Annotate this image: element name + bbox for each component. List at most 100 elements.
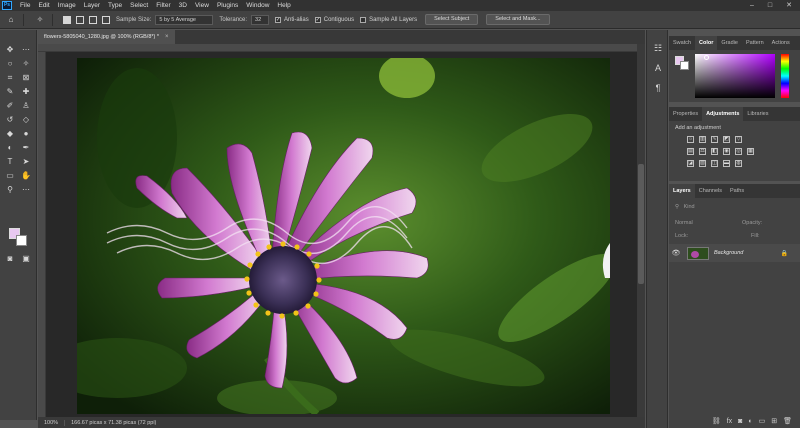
hand-tool-icon[interactable]: ✋ <box>19 171 33 181</box>
levels-icon[interactable]: ▥ <box>699 136 706 143</box>
threshold-icon[interactable]: ◫ <box>711 160 718 167</box>
quick-mask-icon[interactable]: ◙ <box>3 254 17 264</box>
close-window-button[interactable]: ✕ <box>781 0 797 11</box>
delete-layer-icon[interactable]: 🗑 <box>783 417 792 425</box>
hue-saturation-icon[interactable]: ▤ <box>687 148 694 155</box>
maximize-button[interactable]: □ <box>762 0 778 11</box>
tab-actions[interactable]: Actions <box>768 36 794 50</box>
history-panel-icon[interactable]: ☷ <box>651 42 665 54</box>
add-to-selection-icon[interactable] <box>76 15 84 24</box>
type-tool-icon[interactable]: T <box>3 157 17 167</box>
blur-tool-icon[interactable]: ● <box>19 129 33 139</box>
menu-plugins[interactable]: Plugins <box>213 0 242 11</box>
paragraph-panel-icon[interactable]: ¶ <box>651 82 665 94</box>
layer-filter-input[interactable]: Kind <box>684 204 695 210</box>
vibrance-icon[interactable]: ▽ <box>735 136 742 143</box>
dodge-tool-icon[interactable]: ◐ <box>3 143 17 153</box>
tolerance-input[interactable]: 32 <box>251 14 270 25</box>
new-adjustment-layer-icon[interactable]: ◐ <box>748 418 752 425</box>
menu-filter[interactable]: Filter <box>152 0 174 11</box>
gradient-map-icon[interactable]: ▬ <box>723 160 730 167</box>
contiguous-checkbox[interactable]: ✓ Contiguous <box>314 16 354 23</box>
hue-slider[interactable] <box>781 54 789 98</box>
tab-properties[interactable]: Properties <box>669 107 702 121</box>
new-group-icon[interactable]: ▭ <box>759 417 766 425</box>
intersect-selection-icon[interactable] <box>102 15 110 24</box>
more-tools-icon[interactable]: ⋯ <box>19 185 33 195</box>
curves-icon[interactable]: ∿ <box>711 136 718 143</box>
menu-image[interactable]: Image <box>54 0 80 11</box>
zoom-tool-icon[interactable]: ⚲ <box>3 185 17 195</box>
close-document-icon[interactable]: × <box>165 30 169 44</box>
photoshop-logo[interactable]: Ps <box>2 1 12 10</box>
tab-color[interactable]: Color <box>695 36 718 50</box>
healing-brush-tool-icon[interactable]: ✚ <box>19 87 33 97</box>
clone-stamp-tool-icon[interactable]: ♙ <box>19 101 33 111</box>
new-layer-icon[interactable]: ⊞ <box>771 417 777 425</box>
document-tab[interactable]: flowers-5805040_1280.jpg @ 100% (RGB/8*)… <box>38 30 175 44</box>
document-canvas[interactable] <box>77 58 610 414</box>
brightness-contrast-icon[interactable]: ☼ <box>687 136 694 143</box>
select-subject-button[interactable]: Select Subject <box>425 14 479 25</box>
exposure-icon[interactable]: ◩ <box>723 136 730 143</box>
menu-file[interactable]: File <box>16 0 34 11</box>
lasso-tool-icon[interactable]: ○ <box>3 59 17 69</box>
tab-channels[interactable]: Channels <box>695 184 726 198</box>
tab-patterns[interactable]: Pattern <box>742 36 768 50</box>
sample-size-select[interactable]: 5 by 5 Average <box>155 14 214 25</box>
lock-icon[interactable]: 🔒 <box>781 250 788 257</box>
tab-gradients[interactable]: Gradie <box>717 36 742 50</box>
photo-filter-icon[interactable]: ◉ <box>723 148 730 155</box>
menu-3d[interactable]: 3D <box>175 0 191 11</box>
paint-bucket-tool-icon[interactable]: ◆ <box>3 129 17 139</box>
frame-tool-icon[interactable]: ⊠ <box>19 73 33 83</box>
tab-swatches[interactable]: Swatch <box>669 36 695 50</box>
menu-view[interactable]: View <box>191 0 213 11</box>
tab-paths[interactable]: Paths <box>726 184 748 198</box>
history-brush-tool-icon[interactable]: ↺ <box>3 115 17 125</box>
color-field[interactable] <box>695 54 775 98</box>
tab-adjustments[interactable]: Adjustments <box>702 107 744 121</box>
posterize-icon[interactable]: ▨ <box>699 160 706 167</box>
channel-mixer-icon[interactable]: ◎ <box>735 148 742 155</box>
menu-edit[interactable]: Edit <box>34 0 53 11</box>
visibility-eye-icon[interactable]: 👁 <box>669 249 683 257</box>
menu-select[interactable]: Select <box>126 0 152 11</box>
menu-layer[interactable]: Layer <box>80 0 104 11</box>
minimize-button[interactable]: – <box>744 0 760 11</box>
color-background-chip[interactable] <box>680 61 689 70</box>
eyedropper-tool-icon[interactable]: ✎ <box>3 87 17 97</box>
zoom-level[interactable]: 100% <box>38 419 66 426</box>
vertical-scrollbar[interactable] <box>637 44 645 417</box>
tab-libraries[interactable]: Libraries <box>743 107 772 121</box>
layer-style-icon[interactable]: fx <box>727 418 732 425</box>
character-panel-icon[interactable]: A <box>651 62 665 74</box>
magic-wand-tool-preset-icon[interactable]: ✧ <box>33 14 47 26</box>
anti-alias-checkbox[interactable]: ✓ Anti-alias <box>275 16 309 23</box>
move-tool-icon[interactable]: ✥ <box>3 45 17 55</box>
selective-color-icon[interactable]: ◍ <box>735 160 742 167</box>
document-info[interactable]: 166.67 picas x 71.38 picas (72 ppi) <box>65 420 162 426</box>
background-color-swatch[interactable] <box>16 235 27 246</box>
color-balance-icon[interactable]: ⚖ <box>699 148 706 155</box>
blend-mode-select[interactable]: Normal <box>675 220 693 226</box>
rectangle-tool-icon[interactable]: ▭ <box>3 171 17 181</box>
black-white-icon[interactable]: ◧ <box>711 148 718 155</box>
invert-icon[interactable]: ◪ <box>687 160 694 167</box>
magic-wand-tool-icon[interactable]: ✧ <box>19 59 33 69</box>
layer-name[interactable]: Background <box>714 250 743 256</box>
subtract-from-selection-icon[interactable] <box>89 15 97 24</box>
select-and-mask-button[interactable]: Select and Mask... <box>486 14 550 25</box>
menu-help[interactable]: Help <box>273 0 294 11</box>
link-layers-icon[interactable]: ⛓ <box>712 417 721 425</box>
add-mask-icon[interactable]: ◙ <box>738 418 742 425</box>
pen-tool-icon[interactable]: ✒ <box>19 143 33 153</box>
path-selection-tool-icon[interactable]: ➤ <box>19 157 33 167</box>
menu-window[interactable]: Window <box>242 0 273 11</box>
scrollbar-thumb[interactable] <box>638 164 644 284</box>
crop-tool-icon[interactable]: ⌗ <box>3 73 17 83</box>
tab-layers[interactable]: Layers <box>669 184 695 198</box>
eraser-tool-icon[interactable]: ◇ <box>19 115 33 125</box>
color-lookup-icon[interactable]: ▦ <box>747 148 754 155</box>
screen-mode-icon[interactable]: ▣ <box>19 254 33 264</box>
